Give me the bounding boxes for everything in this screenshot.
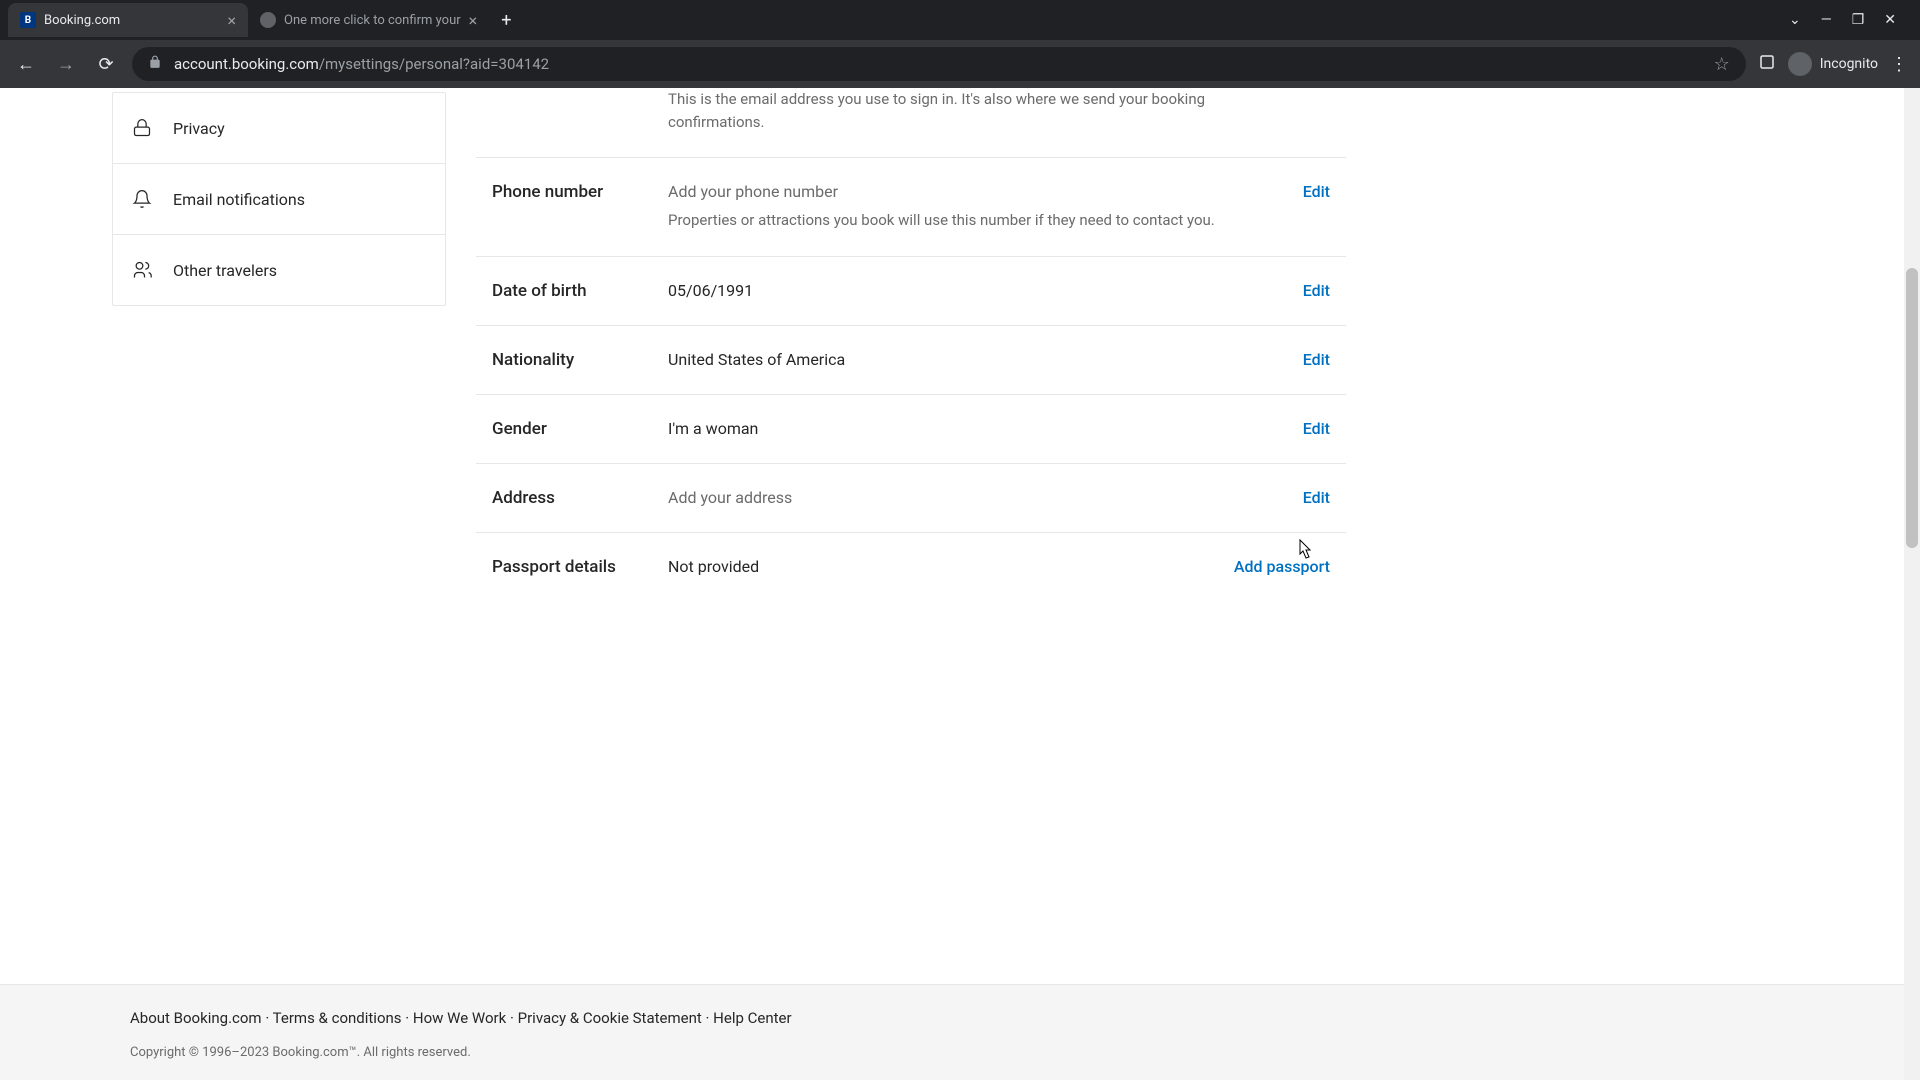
sidebar-label: Email notifications — [173, 190, 305, 209]
detail-description: This is the email address you use to sig… — [668, 88, 1283, 133]
tab-title: One more click to confirm your — [284, 13, 461, 28]
detail-value: I'm a woman — [668, 419, 1283, 438]
scrollbar[interactable] — [1904, 88, 1920, 1080]
sidebar-label: Privacy — [173, 119, 225, 138]
reload-button[interactable]: ⟳ — [92, 54, 120, 75]
incognito-badge[interactable]: Incognito — [1788, 52, 1878, 76]
sidebar-item-privacy[interactable]: Privacy — [113, 93, 445, 164]
edit-nationality-link[interactable]: Edit — [1303, 350, 1330, 369]
settings-sidebar: Privacy Email notifications Other travel… — [112, 92, 446, 306]
detail-row-address: Address Add your address Edit — [476, 464, 1346, 533]
detail-value: 05/06/1991 — [668, 281, 1283, 300]
favicon-globe-icon — [260, 12, 276, 28]
tab-title: Booking.com — [44, 13, 219, 28]
tab-confirm[interactable]: One more click to confirm your × — [248, 3, 489, 37]
lock-icon — [148, 55, 162, 73]
incognito-icon — [1788, 52, 1812, 76]
bell-icon — [131, 188, 153, 210]
page-footer: About Booking.com · Terms & conditions ·… — [0, 984, 1920, 1080]
detail-label: Nationality — [492, 350, 668, 370]
edit-dob-link[interactable]: Edit — [1303, 281, 1330, 300]
forward-button[interactable]: → — [52, 54, 80, 75]
detail-row-nationality: Nationality United States of America Edi… — [476, 326, 1346, 395]
sidebar-item-email-notifications[interactable]: Email notifications — [113, 164, 445, 235]
favicon-booking: B — [20, 12, 36, 28]
detail-label: Phone number — [492, 182, 668, 202]
edit-address-link[interactable]: Edit — [1303, 488, 1330, 507]
footer-copyright: Copyright © 1996–2023 Booking.com™. All … — [130, 1045, 1790, 1060]
detail-label: Address — [492, 488, 668, 508]
detail-row-phone: Phone number Add your phone number Prope… — [476, 158, 1346, 257]
footer-link-help[interactable]: Help Center — [713, 1009, 791, 1027]
browser-chrome: B Booking.com × One more click to confir… — [0, 0, 1920, 88]
privacy-icon — [131, 117, 153, 139]
main-content: This is the email address you use to sig… — [446, 88, 1346, 1080]
detail-description: Properties or attractions you book will … — [668, 209, 1283, 232]
edit-phone-link[interactable]: Edit — [1303, 182, 1330, 201]
edit-gender-link[interactable]: Edit — [1303, 419, 1330, 438]
detail-row-gender: Gender I'm a woman Edit — [476, 395, 1346, 464]
close-window-icon[interactable]: ✕ — [1884, 12, 1896, 28]
detail-label: Gender — [492, 419, 668, 439]
close-icon[interactable]: × — [469, 11, 478, 30]
detail-row-email: This is the email address you use to sig… — [476, 88, 1346, 158]
url-text: account.booking.com/mysettings/personal?… — [174, 55, 549, 73]
detail-value: This is the email address you use to sig… — [668, 88, 1283, 133]
detail-value: Add your address — [668, 488, 1283, 507]
detail-value: Add your phone number Properties or attr… — [668, 182, 1283, 232]
sidebar-label: Other travelers — [173, 261, 277, 280]
detail-value: Not provided — [668, 557, 1214, 576]
tab-bar: B Booking.com × One more click to confir… — [0, 0, 1920, 40]
address-bar-row: ← → ⟳ account.booking.com/mysettings/per… — [0, 40, 1920, 88]
detail-row-passport: Passport details Not provided Add passpo… — [476, 533, 1346, 601]
menu-icon[interactable]: ⋮ — [1890, 54, 1908, 75]
detail-row-dob: Date of birth 05/06/1991 Edit — [476, 257, 1346, 326]
close-icon[interactable]: × — [227, 11, 236, 30]
phone-placeholder: Add your phone number — [668, 182, 838, 201]
new-tab-button[interactable]: + — [489, 10, 523, 31]
detail-value: United States of America — [668, 350, 1283, 369]
page-content: Privacy Email notifications Other travel… — [0, 88, 1920, 1080]
detail-label: Passport details — [492, 557, 668, 577]
address-bar[interactable]: account.booking.com/mysettings/personal?… — [132, 47, 1746, 81]
sidebar-item-other-travelers[interactable]: Other travelers — [113, 235, 445, 305]
people-icon — [131, 259, 153, 281]
minimize-icon[interactable]: — — [1821, 12, 1832, 28]
add-passport-link[interactable]: Add passport — [1234, 557, 1330, 576]
bookmark-icon[interactable]: ☆ — [1714, 54, 1730, 75]
footer-link-how-we-work[interactable]: How We Work — [413, 1009, 506, 1027]
detail-label: Date of birth — [492, 281, 668, 301]
extensions-icon[interactable] — [1758, 53, 1776, 75]
back-button[interactable]: ← — [12, 54, 40, 75]
footer-link-privacy[interactable]: Privacy & Cookie Statement — [518, 1009, 702, 1027]
window-controls: ⌄ — ❐ ✕ — [1789, 12, 1912, 28]
tab-booking[interactable]: B Booking.com × — [8, 3, 248, 37]
address-placeholder: Add your address — [668, 488, 792, 507]
chevron-down-icon[interactable]: ⌄ — [1789, 12, 1801, 28]
footer-links: About Booking.com · Terms & conditions ·… — [130, 1009, 1790, 1027]
scrollbar-thumb[interactable] — [1906, 268, 1918, 548]
incognito-label: Incognito — [1820, 56, 1878, 72]
footer-link-terms[interactable]: Terms & conditions — [273, 1009, 402, 1027]
maximize-icon[interactable]: ❐ — [1852, 12, 1865, 28]
footer-link-about[interactable]: About Booking.com — [130, 1009, 262, 1027]
